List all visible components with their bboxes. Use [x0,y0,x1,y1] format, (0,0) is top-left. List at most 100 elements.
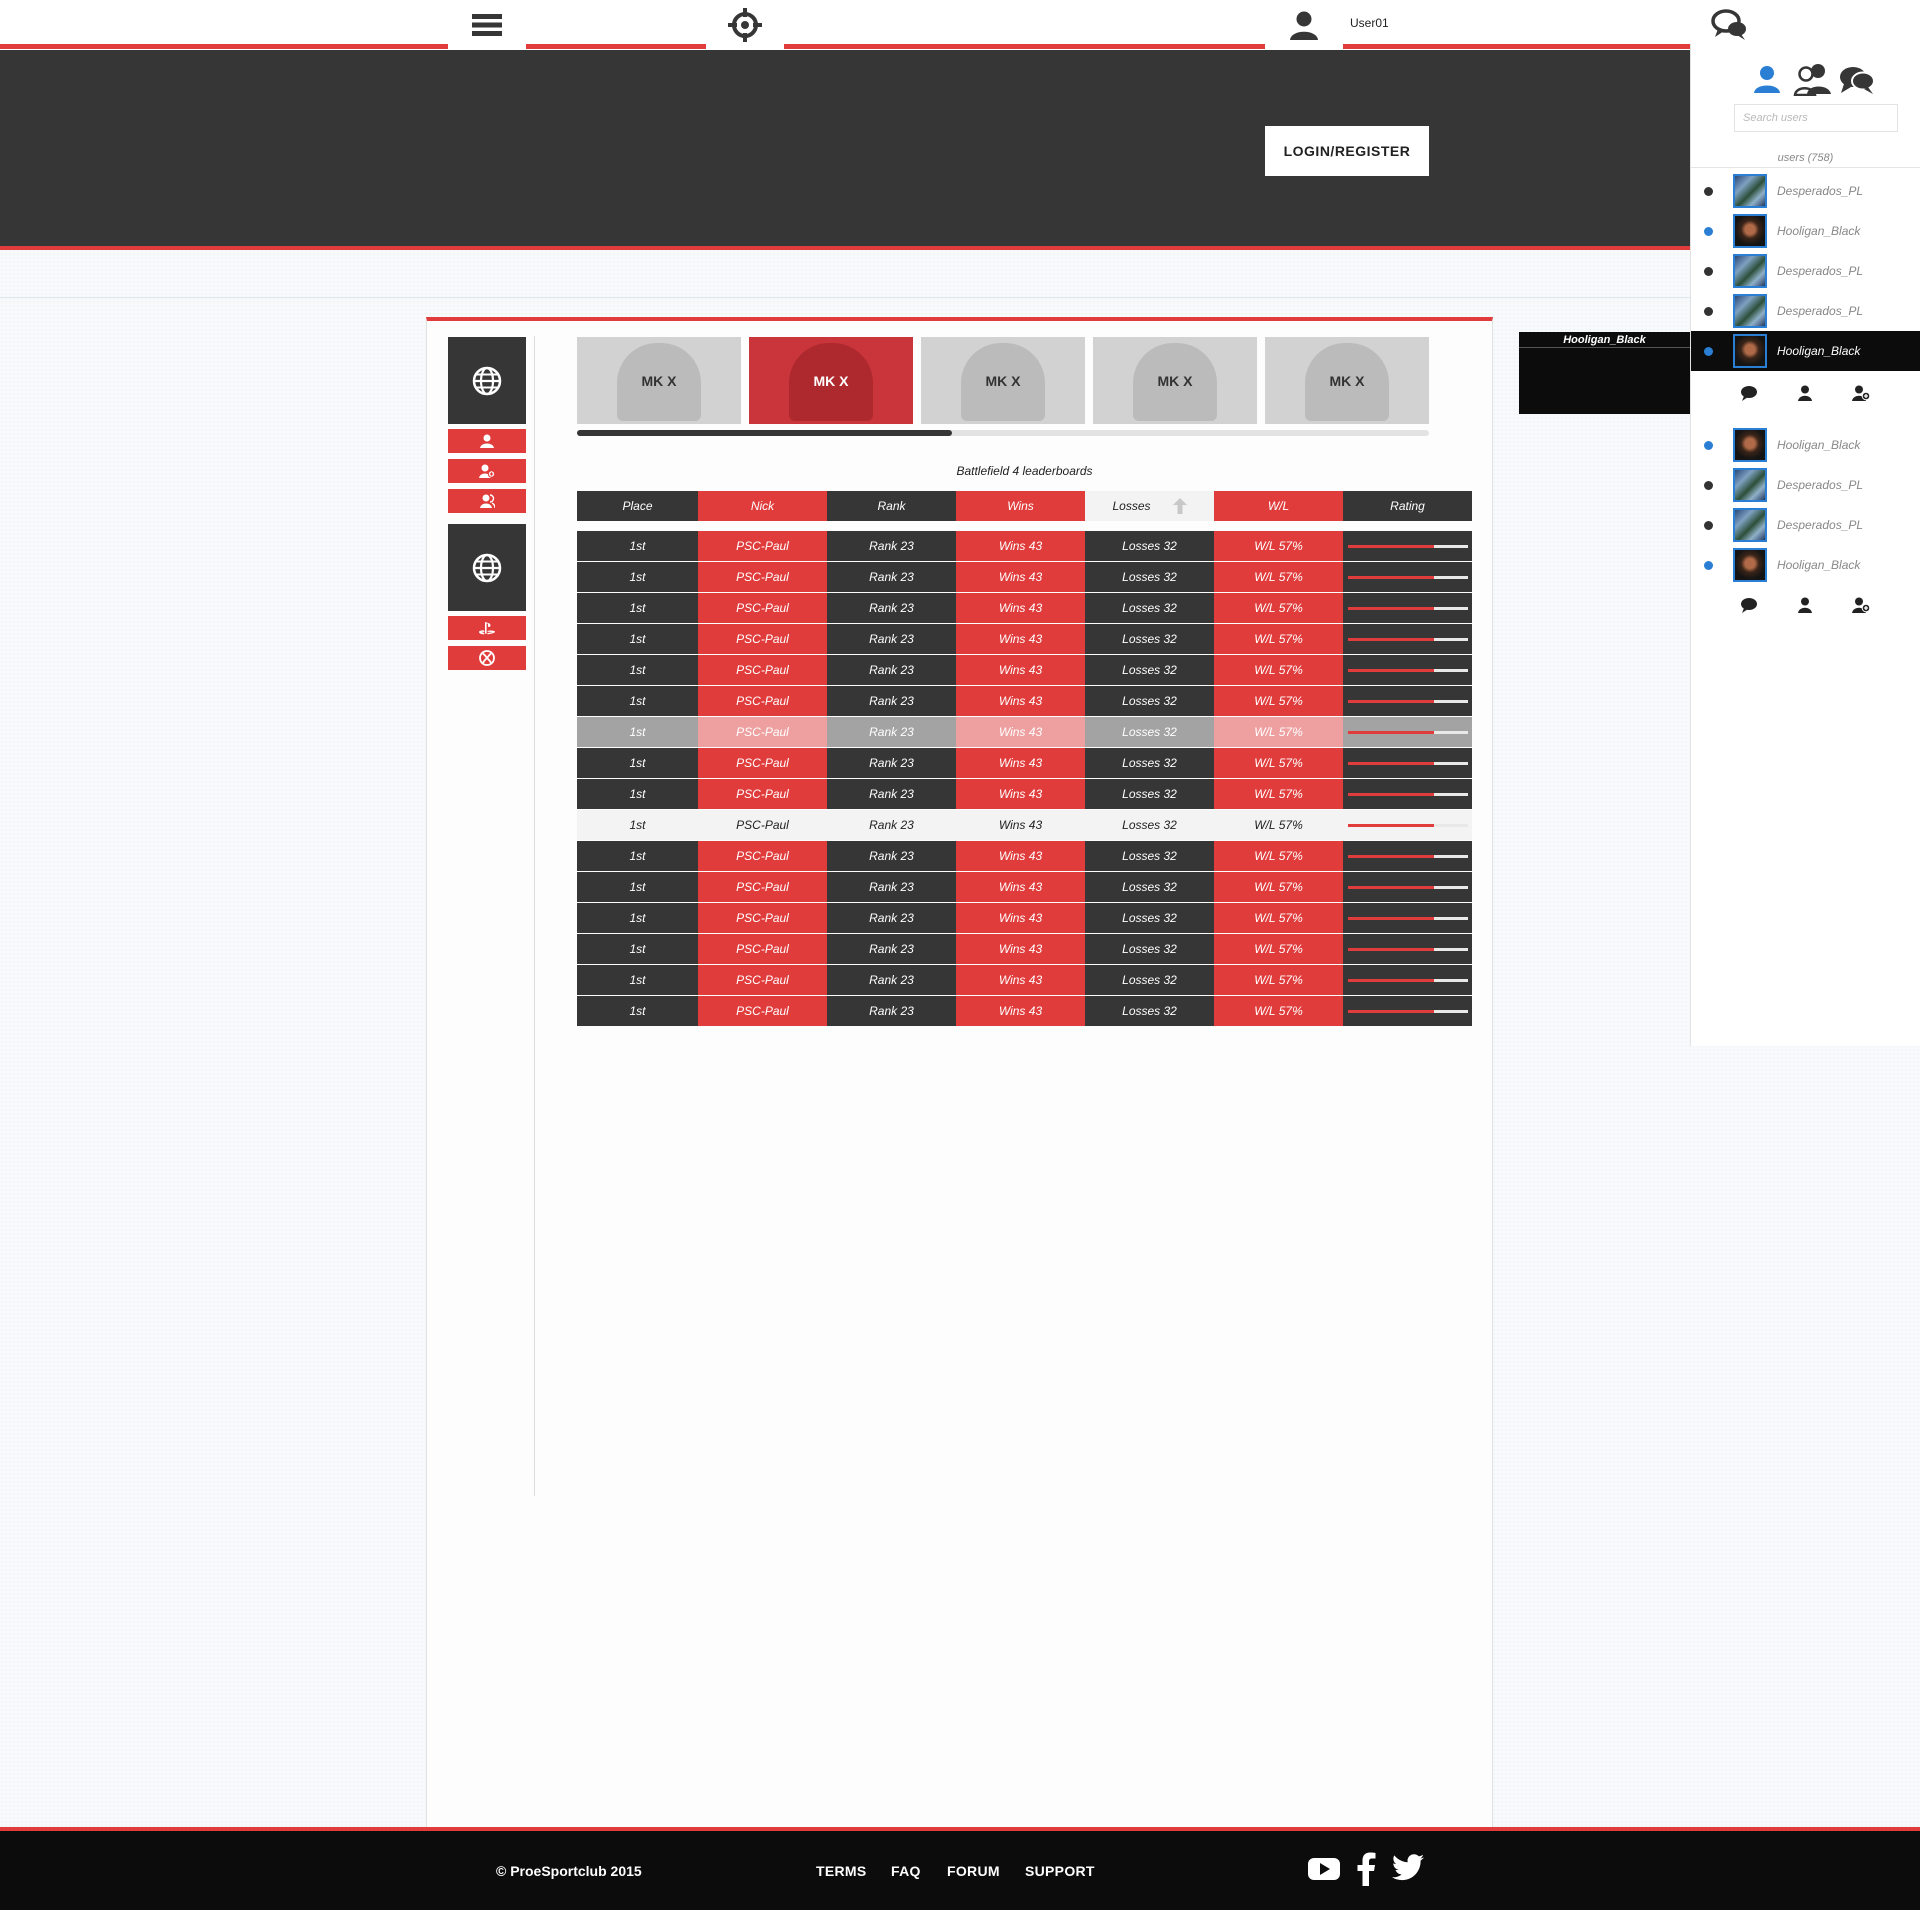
cell-losses: Losses 32 [1085,810,1214,840]
cell-losses: Losses 32 [1085,655,1214,685]
user-list-item[interactable]: Desperados_PL [1691,505,1920,545]
game-tile-label: MK X [813,372,849,389]
table-row[interactable]: 1st PSC-Paul Rank 23 Wins 43 Losses 32 W/L 57… [577,903,1472,933]
filter-users-button[interactable] [448,489,526,513]
table-row[interactable]: 1st PSC-Paul Rank 23 Wins 43 Losses 32 W/L 57… [577,531,1472,561]
footer-link-support[interactable]: SUPPORT [1025,1863,1095,1879]
rating-bar-fill [1347,916,1434,920]
cell-rank: Rank 23 [827,531,956,561]
cell-wins: Wins 43 [956,686,1085,716]
cell-rank: Rank 23 [827,655,956,685]
facebook-link[interactable] [1356,1852,1376,1891]
offline-status-dot [1704,186,1713,196]
table-row[interactable]: 1st PSC-Paul Rank 23 Wins 43 Losses 32 W/L 57… [577,562,1472,592]
global-filter-button[interactable] [448,337,526,424]
user-add-icon[interactable] [1852,597,1870,613]
table-row[interactable]: 1st PSC-Paul Rank 23 Wins 43 Losses 32 W/L 57… [577,779,1472,809]
user-button[interactable] [1265,0,1343,50]
cell-rating [1343,934,1472,964]
column-header-wins[interactable]: Wins [956,491,1085,521]
cell-nick: PSC-Paul [698,531,827,561]
footer-link-terms[interactable]: TERMS [816,1863,867,1879]
cell-place: 1st [577,810,698,840]
xbox-filter-button[interactable] [448,646,526,670]
user-actions [1740,385,1870,401]
user-list-item[interactable]: Desperados_PL [1691,291,1920,331]
cell-losses: Losses 32 [1085,903,1214,933]
cell-place: 1st [577,562,698,592]
table-row[interactable]: 1st PSC-Paul Rank 23 Wins 43 Losses 32 W/L 57… [577,965,1472,995]
online-status-dot [1704,226,1713,236]
chats-tab[interactable] [1838,64,1876,101]
user-list-item[interactable]: Desperados_PL [1691,251,1920,291]
cell-nick: PSC-Paul [698,593,827,623]
cell-losses: Losses 32 [1085,872,1214,902]
table-row[interactable]: 1st PSC-Paul Rank 23 Wins 43 Losses 32 W/L 57… [577,593,1472,623]
playstation-filter-button[interactable] [448,616,526,640]
globe-icon [472,553,502,582]
table-row[interactable]: 1st PSC-Paul Rank 23 Wins 43 Losses 32 W/L 57… [577,810,1472,840]
table-row[interactable]: 1st PSC-Paul Rank 23 Wins 43 Losses 32 W/L 57… [577,841,1472,871]
users-icon [1793,64,1831,97]
table-row[interactable]: 1st PSC-Paul Rank 23 Wins 43 Losses 32 W/L 57… [577,934,1472,964]
menu-button[interactable] [448,0,526,50]
table-row[interactable]: 1st PSC-Paul Rank 23 Wins 43 Losses 32 W/L 57… [577,748,1472,778]
chat-toggle-button[interactable] [1690,0,1770,50]
rating-bar-fill [1347,544,1434,548]
cell-nick: PSC-Paul [698,717,827,747]
table-row[interactable]: 1st PSC-Paul Rank 23 Wins 43 Losses 32 W/L 57… [577,717,1472,747]
column-header-rating[interactable]: Rating [1343,491,1472,521]
user-list-item[interactable]: Hooligan_Black [1691,425,1920,465]
footer-link-faq[interactable]: FAQ [891,1863,921,1879]
column-header-nick[interactable]: Nick [698,491,827,521]
login-register-button[interactable]: LOGIN/REGISTER [1265,126,1429,176]
table-row[interactable]: 1st PSC-Paul Rank 23 Wins 43 Losses 32 W/L 57… [577,996,1472,1026]
search-users-input[interactable] [1734,104,1898,132]
user-list-item[interactable]: Desperados_PL [1691,465,1920,505]
avatar [1733,428,1767,462]
user-list-item[interactable]: Hooligan_Black [1691,331,1920,371]
cell-wl: W/L 57% [1214,593,1343,623]
table-row[interactable]: 1st PSC-Paul Rank 23 Wins 43 Losses 32 W/L 57… [577,686,1472,716]
game-tile[interactable]: MK X [921,337,1085,424]
game-tile[interactable]: MK X [1093,337,1257,424]
crosshair-button[interactable] [706,0,784,50]
game-tile[interactable]: MK X [749,337,913,424]
column-header-place[interactable]: Place [577,491,698,521]
rating-bar-fill [1347,606,1434,610]
filter-user-button[interactable] [448,429,526,453]
table-row[interactable]: 1st PSC-Paul Rank 23 Wins 43 Losses 32 W/L 57… [577,872,1472,902]
game-tile[interactable]: MK X [577,337,741,424]
user-icon[interactable] [1797,597,1813,613]
user-list-item[interactable]: Desperados_PL [1691,171,1920,211]
rating-bar-fill [1347,792,1434,796]
table-row[interactable]: 1st PSC-Paul Rank 23 Wins 43 Losses 32 W/L 57… [577,624,1472,654]
filter-user-add-button[interactable] [448,459,526,483]
column-header-losses[interactable]: Losses [1085,491,1214,521]
rating-bar-fill [1347,823,1434,827]
table-row[interactable]: 1st PSC-Paul Rank 23 Wins 43 Losses 32 W/L 57… [577,655,1472,685]
username-label[interactable]: User01 [1350,16,1389,30]
twitter-link[interactable] [1391,1854,1425,1887]
chat-icon[interactable] [1740,597,1758,613]
friends-tab[interactable] [1793,62,1833,101]
cell-wl: W/L 57% [1214,624,1343,654]
user-icon[interactable] [1797,385,1813,401]
column-header-wl[interactable]: W/L [1214,491,1343,521]
chat-icon[interactable] [1740,385,1758,401]
users-tab[interactable] [1752,64,1782,99]
cell-wins: Wins 43 [956,872,1085,902]
footer-link-forum[interactable]: FORUM [947,1863,1000,1879]
top-nav-accent-line [0,44,1690,49]
platform-filter-button[interactable] [448,524,526,611]
column-header-rank[interactable]: Rank [827,491,956,521]
user-list-item[interactable]: Hooligan_Black [1691,211,1920,251]
avatar [1733,214,1767,248]
user-list-item[interactable]: Hooligan_Black [1691,545,1920,585]
twitter-icon [1392,1854,1424,1881]
youtube-link[interactable] [1307,1855,1341,1888]
user-add-icon[interactable] [1852,385,1870,401]
game-tile[interactable]: MK X [1265,337,1429,424]
game-carousel-scroll-thumb[interactable] [577,430,952,436]
leaderboard-title: Battlefield 4 leaderboards [956,464,1093,478]
